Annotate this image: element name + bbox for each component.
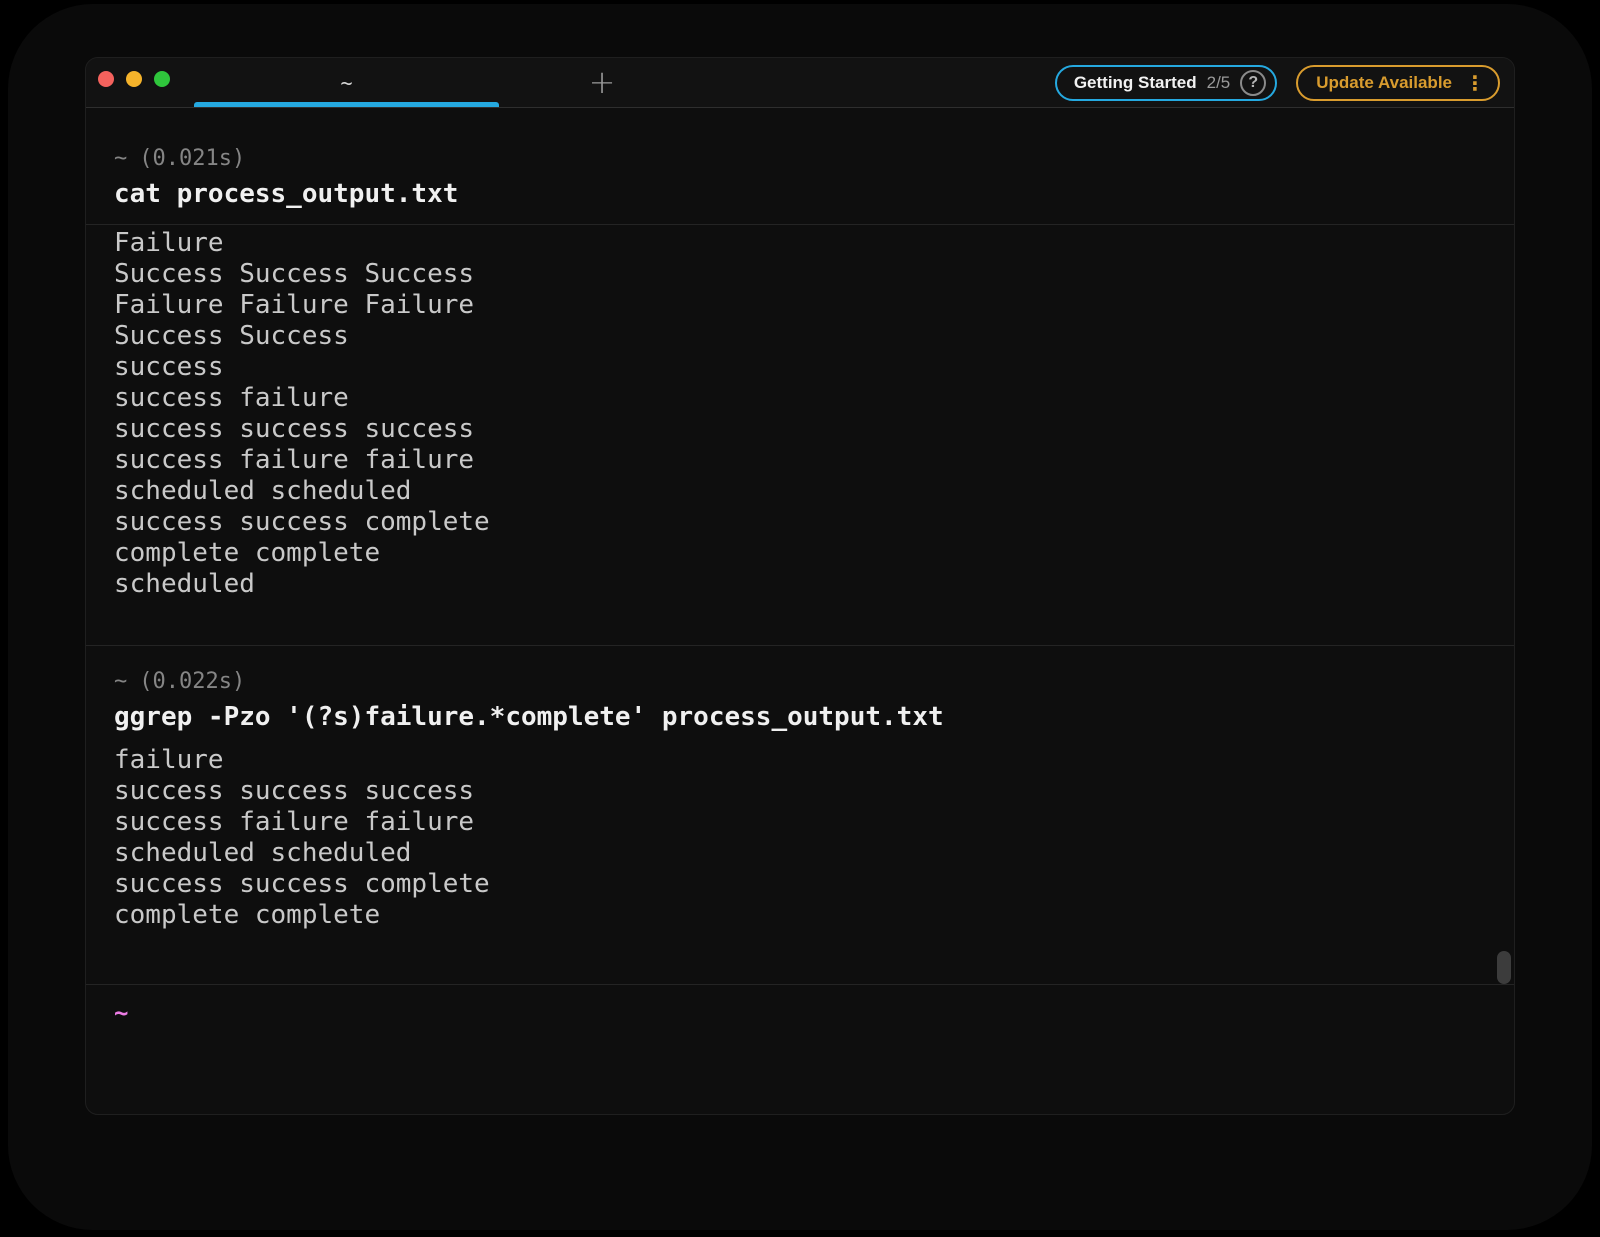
- output-line: success success success: [114, 414, 1486, 445]
- output-line: scheduled scheduled: [114, 476, 1486, 507]
- output-line: Failure Failure Failure: [114, 290, 1486, 321]
- block-duration: (0.021s): [139, 146, 245, 171]
- kebab-menu-icon[interactable]: ⋮: [1465, 71, 1485, 95]
- tabbar-actions: Getting Started 2/5 ? Update Available ⋮: [1055, 65, 1500, 101]
- prompt-symbol: ~: [114, 999, 128, 1027]
- getting-started-label: Getting Started: [1074, 73, 1197, 93]
- output-line: complete complete: [114, 538, 1486, 569]
- output-line: scheduled scheduled: [114, 838, 1486, 869]
- output-line: success success complete: [114, 507, 1486, 538]
- output-line: Success Success: [114, 321, 1486, 352]
- block-header: ~ (0.022s): [114, 667, 1486, 697]
- divider: [86, 984, 1514, 985]
- block-prompt: ~: [114, 669, 127, 694]
- new-tab-button[interactable]: +: [584, 58, 620, 106]
- output-line: complete complete: [114, 900, 1486, 931]
- scrollbar-thumb[interactable]: [1497, 951, 1511, 984]
- command-output: FailureSuccess Success SuccessFailure Fa…: [114, 228, 1486, 600]
- block-duration: (0.022s): [139, 669, 245, 694]
- output-line: Success Success Success: [114, 259, 1486, 290]
- output-line: success: [114, 352, 1486, 383]
- command-input-line[interactable]: ~: [114, 997, 1486, 1032]
- command-text: cat process_output.txt: [114, 174, 1486, 214]
- command-block[interactable]: ~ (0.022s) ggrep -Pzo '(?s)failure.*compl…: [114, 667, 1486, 931]
- block-header: ~ (0.021s): [114, 144, 1486, 174]
- output-line: success failure: [114, 383, 1486, 414]
- output-line: failure: [114, 745, 1486, 776]
- divider: [86, 224, 1514, 225]
- active-tab-indicator: [194, 102, 499, 107]
- command-output: failuresuccess success successsuccess fa…: [114, 745, 1486, 931]
- minimize-button[interactable]: [126, 71, 142, 87]
- divider: [86, 645, 1514, 646]
- output-line: scheduled: [114, 569, 1486, 600]
- update-available-label: Update Available: [1316, 73, 1452, 93]
- command-block[interactable]: ~ (0.021s) cat process_output.txt Failure…: [114, 144, 1486, 600]
- close-button[interactable]: [98, 71, 114, 87]
- command-text: ggrep -Pzo '(?s)failure.*complete' proce…: [114, 697, 1486, 737]
- terminal-content: ~ (0.021s) cat process_output.txt Failure…: [86, 144, 1514, 1115]
- update-available-pill[interactable]: Update Available ⋮: [1296, 65, 1500, 101]
- output-line: success success success: [114, 776, 1486, 807]
- getting-started-progress: 2/5: [1207, 73, 1231, 93]
- terminal-window: ~ + Getting Started 2/5 ? Update Availab…: [85, 57, 1515, 1115]
- zoom-button[interactable]: [154, 71, 170, 87]
- output-line: success success complete: [114, 869, 1486, 900]
- help-icon[interactable]: ?: [1240, 70, 1266, 96]
- traffic-lights: [98, 71, 170, 87]
- output-line: success failure failure: [114, 445, 1486, 476]
- getting-started-pill[interactable]: Getting Started 2/5 ?: [1055, 65, 1277, 101]
- block-prompt: ~: [114, 146, 127, 171]
- output-line: success failure failure: [114, 807, 1486, 838]
- tab-home[interactable]: ~: [194, 58, 499, 107]
- tab-bar: ~ + Getting Started 2/5 ? Update Availab…: [86, 58, 1514, 108]
- tab-title: ~: [340, 71, 352, 95]
- output-line: Failure: [114, 228, 1486, 259]
